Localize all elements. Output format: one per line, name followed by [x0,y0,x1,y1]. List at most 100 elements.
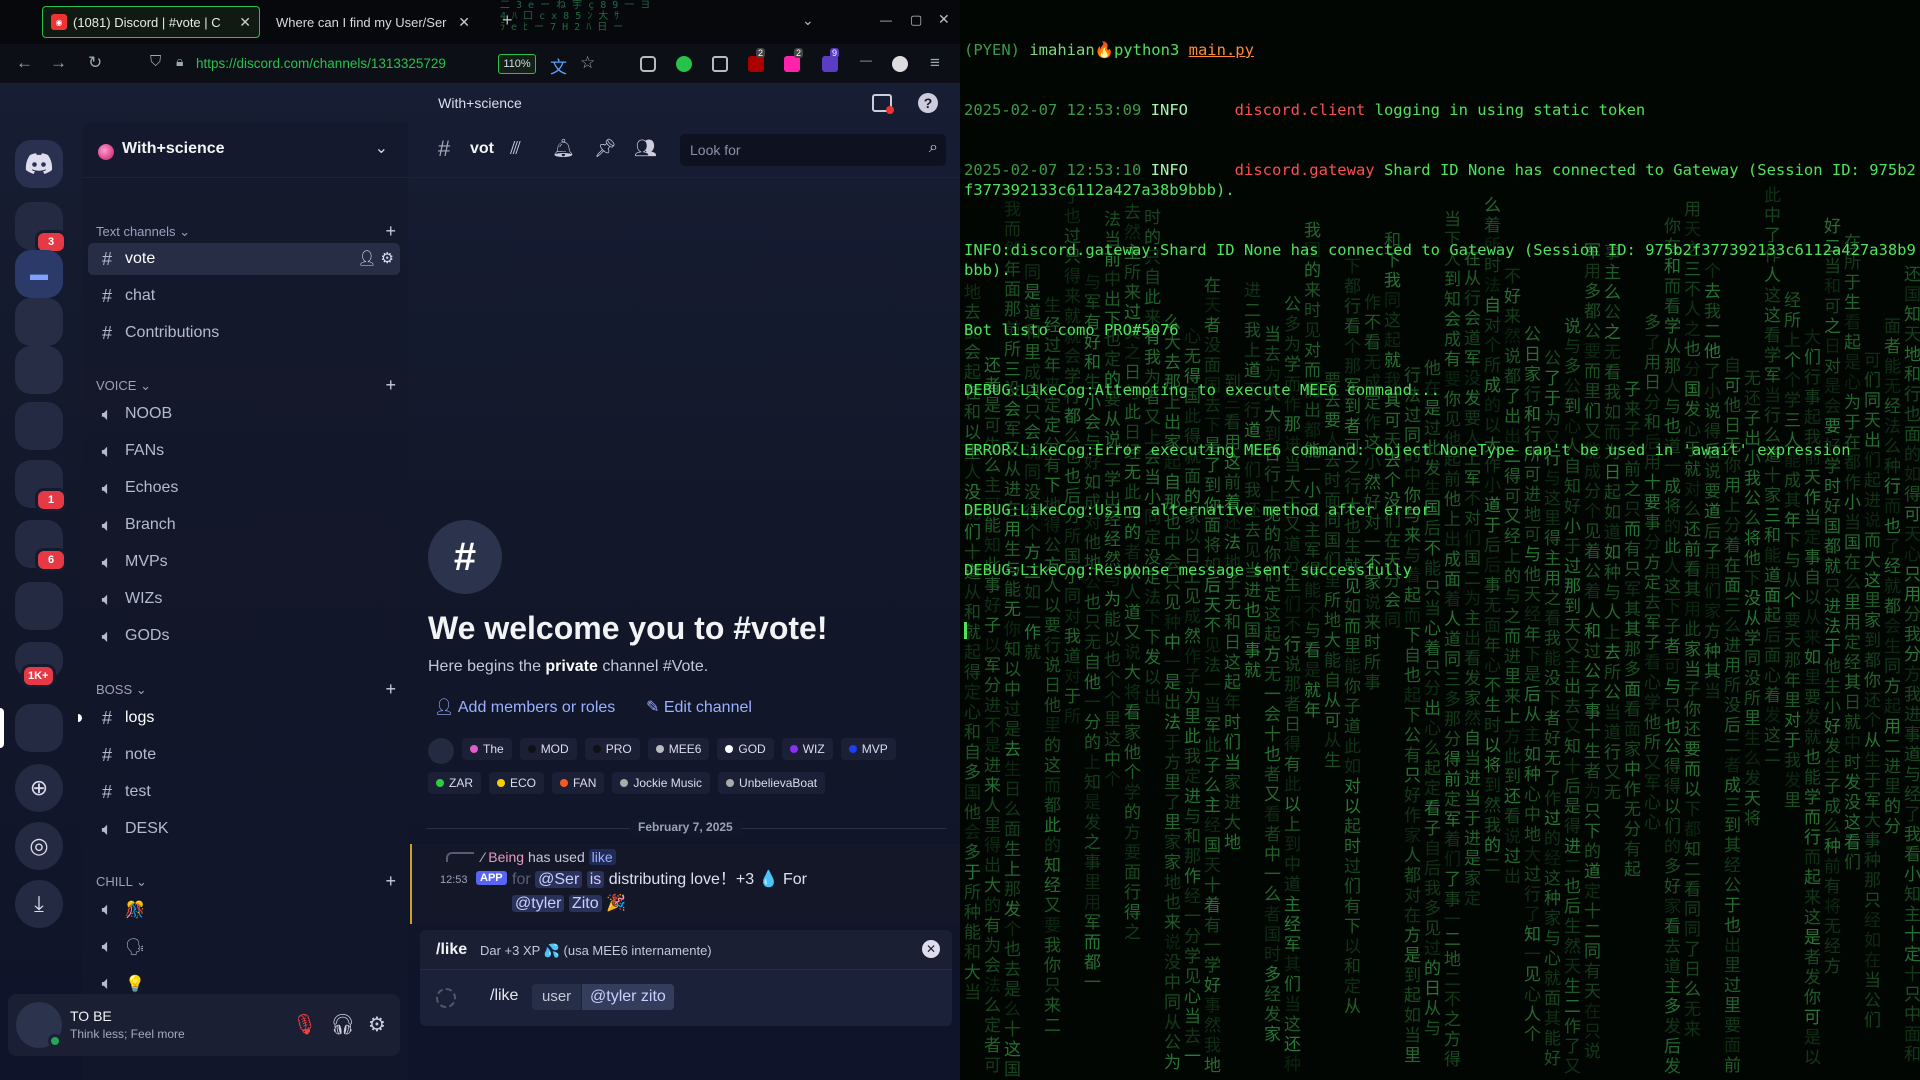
edit-channel-button[interactable]: ✎ Edit channel [646,697,752,717]
direct-messages-home-button[interactable] [15,140,63,188]
command-option-name[interactable]: user [532,984,582,1010]
pin-icon[interactable]: 📌︎ [594,138,617,159]
role-avatar[interactable] [428,738,454,764]
user-mention-cont[interactable]: Zito [568,895,602,912]
channel-contributions[interactable]: # Contributions [88,317,400,349]
tab-discord[interactable]: ◉ (1081) Discord | #vote | C ✕ [42,6,260,38]
back-icon[interactable]: ← [16,53,33,73]
reply-username[interactable]: Being [488,849,524,865]
role-pill[interactable]: The [462,738,512,760]
role-pill[interactable]: MEE6 [647,738,710,760]
username[interactable]: TO BE [70,1008,112,1024]
user-mention[interactable]: @tyler [512,895,565,912]
role-pill[interactable]: MVP [840,738,896,760]
server-icon-with-science[interactable] [15,704,63,752]
command-option-value[interactable]: @tyler zito [582,984,674,1010]
terminal-window[interactable]: 地去此会起在和以里人没能们十道从和就起得定心和自多国他会多于所种能和大当还者是可… [960,0,1920,1080]
extensions-puzzle-icon[interactable] [712,56,728,72]
bookmark-star-icon[interactable]: ☆ [580,53,595,73]
channel-note[interactable]: # note [88,739,400,771]
tab-close-icon[interactable]: ✕ [239,14,251,31]
tab-close-icon[interactable]: ✕ [458,14,470,31]
voice-channel-wizs[interactable]: 🔈︎ WIZs [88,583,400,615]
extension-purple-icon[interactable] [822,56,838,72]
voice-channel-echoes[interactable]: 🔈︎ Echoes [88,472,400,504]
close-icon[interactable]: ✕ [922,940,940,958]
ublock-icon[interactable] [748,56,764,72]
channel-logs[interactable]: # logs [78,702,400,734]
user-mention[interactable]: @Ser [535,871,583,888]
channel-chat[interactable]: # chat [88,280,400,312]
create-channel-plus-icon[interactable]: + [385,375,396,396]
voice-channel-noob[interactable]: 🔈︎ NOOB [88,398,400,430]
help-icon[interactable]: ? [918,93,938,113]
role-pill[interactable]: FAN [552,772,605,794]
user-settings-gear-icon[interactable]: ⚙ [368,1012,386,1037]
server-icon[interactable]: 1 [15,460,67,512]
server-icon[interactable] [15,346,63,394]
category-voice[interactable]: VOICE ⌄ + [96,375,396,396]
message[interactable]: ⁄ Being has used like 12:53 APP for @Ser… [410,844,960,924]
url-bar[interactable]: https://discord.com/channels/1313325729 [196,52,496,76]
shield-icon[interactable]: ⛉ [150,53,161,70]
threads-icon[interactable]: ⫻ [510,138,521,159]
reload-icon[interactable]: ↻ [88,53,102,73]
folder-icon[interactable]: ▬ [15,250,63,298]
extension-a-icon[interactable] [676,56,692,72]
server-icon[interactable]: 1K+ [15,642,63,688]
new-tab-icon[interactable]: + [502,10,513,31]
category-chill[interactable]: CHILL ⌄ + [96,871,396,892]
server-header[interactable]: With+science ⌄ [82,122,408,178]
pocket-icon[interactable] [640,56,656,72]
translate-icon[interactable]: 文 [550,53,567,78]
forward-icon[interactable]: → [50,53,67,73]
profile-avatar-icon[interactable] [892,56,908,72]
server-icon[interactable] [15,298,63,346]
download-apps-icon[interactable]: ⤓ [15,880,63,928]
headphones-icon[interactable]: 🎧︎ [330,1012,355,1037]
invite-members-icon[interactable]: 👤︎ [357,250,376,267]
category-boss[interactable]: BOSS ⌄ + [96,679,396,700]
tab-where-can-i-find[interactable]: Where can I find my User/Ser ✕ [268,6,478,38]
role-pill[interactable]: UnbelievaBoat [718,772,826,794]
avatar[interactable] [16,1002,62,1048]
role-pill[interactable]: GOD [717,738,774,760]
member-list-icon[interactable]: 👥︎ [634,138,657,159]
menu-hamburger-icon[interactable]: ≡ [930,53,940,73]
maximize-icon[interactable]: ▢ [910,12,922,28]
mute-microphone-icon[interactable]: 🎙︎ [292,1012,317,1037]
window-close-icon[interactable]: ✕ [938,11,950,28]
voice-channel-mvps[interactable]: 🔈︎ MVPs [88,546,400,578]
minimize-icon[interactable]: — [880,13,892,27]
add-server-icon[interactable]: ⊕ [15,764,63,812]
create-channel-plus-icon[interactable]: + [385,679,396,700]
channel-test[interactable]: # test [88,776,400,808]
role-pill[interactable]: ECO [489,772,545,794]
role-pill[interactable]: WIZ [781,738,833,760]
zoom-level[interactable]: 110% [498,54,536,74]
reply-command[interactable]: like [588,849,616,865]
explore-compass-icon[interactable]: ◎ [15,822,63,870]
inbox-icon[interactable] [872,94,894,114]
voice-channel-desk[interactable]: 🔈︎ DESK [88,813,400,845]
channel-vote[interactable]: # vote 👤︎ ⚙ [88,243,400,275]
voice-channel-speaking[interactable]: 🔈︎ 🗣 [88,930,400,962]
server-icon[interactable] [15,582,63,630]
tab-list-chevron-icon[interactable]: ⌄ [802,12,814,29]
voice-channel-gods[interactable]: 🔈︎ GODs [88,620,400,652]
role-pill[interactable]: PRO [584,738,640,760]
role-pill[interactable]: ZAR [428,772,481,794]
add-members-button[interactable]: 👤︎ Add members or roles [434,697,615,717]
lock-icon[interactable]: 🔒︎ [176,53,183,70]
server-icon[interactable]: 6 [15,520,67,572]
voice-channel-fans[interactable]: 🔈︎ FANs [88,435,400,467]
create-channel-plus-icon[interactable]: + [385,221,396,242]
server-icon[interactable]: 3 [15,202,67,254]
extension-cookie-icon[interactable] [784,56,800,72]
notification-bell-icon[interactable]: 🔔︎ [552,138,575,159]
overflow-dash-icon[interactable]: — [860,53,872,67]
channel-settings-gear-icon[interactable]: ⚙ [381,250,394,267]
slash-command-popup[interactable]: /like Dar +3 XP 💦 (usa MEE6 internamente… [420,930,952,970]
voice-channel-branch[interactable]: 🔈︎ Branch [88,509,400,541]
role-pill[interactable]: Jockie Music [612,772,711,794]
